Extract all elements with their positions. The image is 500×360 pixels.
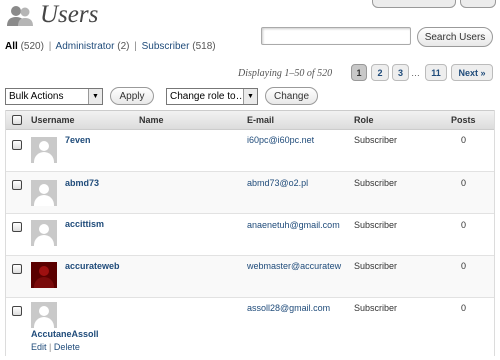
- page-2-link[interactable]: 2: [371, 64, 389, 81]
- page-3-link[interactable]: 3: [392, 64, 409, 81]
- search-users-button[interactable]: Search Users: [417, 27, 493, 47]
- top-action-button-2[interactable]: [460, 0, 496, 8]
- row-checkbox[interactable]: [12, 180, 22, 190]
- avatar: [31, 262, 57, 288]
- table-row: abmd73 abmd73@o2.pl Subscriber 0: [6, 172, 494, 214]
- username-link[interactable]: AccutaneAssoll: [31, 329, 99, 339]
- filter-administrator-count: (2): [117, 41, 130, 52]
- username-link[interactable]: accittism: [65, 219, 104, 229]
- email-link[interactable]: anaenetuh@gmail.com: [247, 220, 347, 230]
- role-cell: Subscriber: [354, 303, 398, 313]
- column-email[interactable]: E-mail: [247, 115, 274, 125]
- pagination-ellipsis: …: [411, 68, 420, 78]
- username-link[interactable]: abmd73: [65, 178, 99, 188]
- table-row: accittism anaenetuh@gmail.com Subscriber…: [6, 214, 494, 256]
- edit-link[interactable]: Edit: [31, 342, 47, 352]
- select-all-checkbox[interactable]: [12, 115, 22, 125]
- row-checkbox[interactable]: [12, 222, 22, 232]
- table-row: assoll28@gmail.com Subscriber 0 Accutane…: [6, 298, 494, 356]
- role-cell: Subscriber: [354, 261, 398, 271]
- column-role[interactable]: Role: [354, 115, 374, 125]
- posts-count: 0: [461, 303, 467, 313]
- delete-link[interactable]: Delete: [54, 342, 80, 352]
- top-action-button[interactable]: [372, 0, 456, 8]
- row-action-separator: |: [49, 342, 52, 352]
- posts-count: 0: [461, 178, 467, 188]
- email-link[interactable]: assoll28@gmail.com: [247, 303, 347, 313]
- next-page-link[interactable]: Next »: [451, 64, 493, 81]
- filter-administrator[interactable]: Administrator: [56, 41, 115, 52]
- role-filter-links: All (520) | Administrator (2) | Subscrib…: [5, 41, 216, 52]
- page-title: Users: [40, 1, 99, 28]
- posts-count: 0: [461, 220, 467, 230]
- apply-button[interactable]: Apply: [110, 87, 154, 105]
- dropdown-arrow-icon: ▼: [88, 89, 102, 104]
- posts-count: 0: [461, 261, 467, 271]
- change-role-value: Change role to…: [170, 91, 246, 102]
- search-input[interactable]: [261, 27, 411, 45]
- row-actions: Edit | Delete: [31, 342, 80, 352]
- change-role-select[interactable]: Change role to… ▼: [166, 88, 258, 105]
- change-button[interactable]: Change: [265, 87, 318, 105]
- page-11-link[interactable]: 11: [425, 64, 447, 81]
- row-checkbox[interactable]: [12, 306, 22, 316]
- email-link[interactable]: abmd73@o2.pl: [247, 178, 347, 188]
- avatar: [31, 180, 57, 206]
- displaying-count: Displaying 1–50 of 520: [238, 68, 333, 79]
- dropdown-arrow-icon: ▼: [243, 89, 257, 104]
- username-link[interactable]: accurateweb: [65, 261, 120, 271]
- role-cell: Subscriber: [354, 220, 398, 230]
- users-table: Username Name E-mail Role Posts 7even i6…: [5, 110, 495, 356]
- filter-all[interactable]: All: [5, 41, 18, 52]
- role-cell: Subscriber: [354, 135, 398, 145]
- email-link[interactable]: i60pc@i60pc.net: [247, 135, 347, 145]
- bulk-actions-value: Bulk Actions: [9, 91, 64, 102]
- username-link[interactable]: 7even: [65, 135, 91, 145]
- avatar: [31, 302, 57, 328]
- filter-all-count: (520): [20, 41, 44, 52]
- posts-count: 0: [461, 135, 467, 145]
- column-posts[interactable]: Posts: [451, 115, 476, 125]
- avatar: [31, 220, 57, 246]
- page-1-link[interactable]: 1: [351, 64, 367, 81]
- filter-separator: |: [134, 41, 137, 52]
- column-username[interactable]: Username: [31, 115, 75, 125]
- filter-subscriber[interactable]: Subscriber: [142, 41, 190, 52]
- bulk-actions-select[interactable]: Bulk Actions ▼: [5, 88, 103, 105]
- row-checkbox[interactable]: [12, 264, 22, 274]
- role-cell: Subscriber: [354, 178, 398, 188]
- table-header: Username Name E-mail Role Posts: [6, 110, 494, 130]
- column-name[interactable]: Name: [139, 115, 164, 125]
- row-checkbox[interactable]: [12, 140, 22, 150]
- email-link[interactable]: webmaster@accuratew: [247, 261, 347, 271]
- table-row: accurateweb webmaster@accuratew Subscrib…: [6, 256, 494, 298]
- filter-subscriber-count: (518): [192, 41, 216, 52]
- avatar: [31, 137, 57, 163]
- filter-separator: |: [48, 41, 52, 52]
- table-row: 7even i60pc@i60pc.net Subscriber 0: [6, 130, 494, 172]
- users-icon: [7, 6, 33, 26]
